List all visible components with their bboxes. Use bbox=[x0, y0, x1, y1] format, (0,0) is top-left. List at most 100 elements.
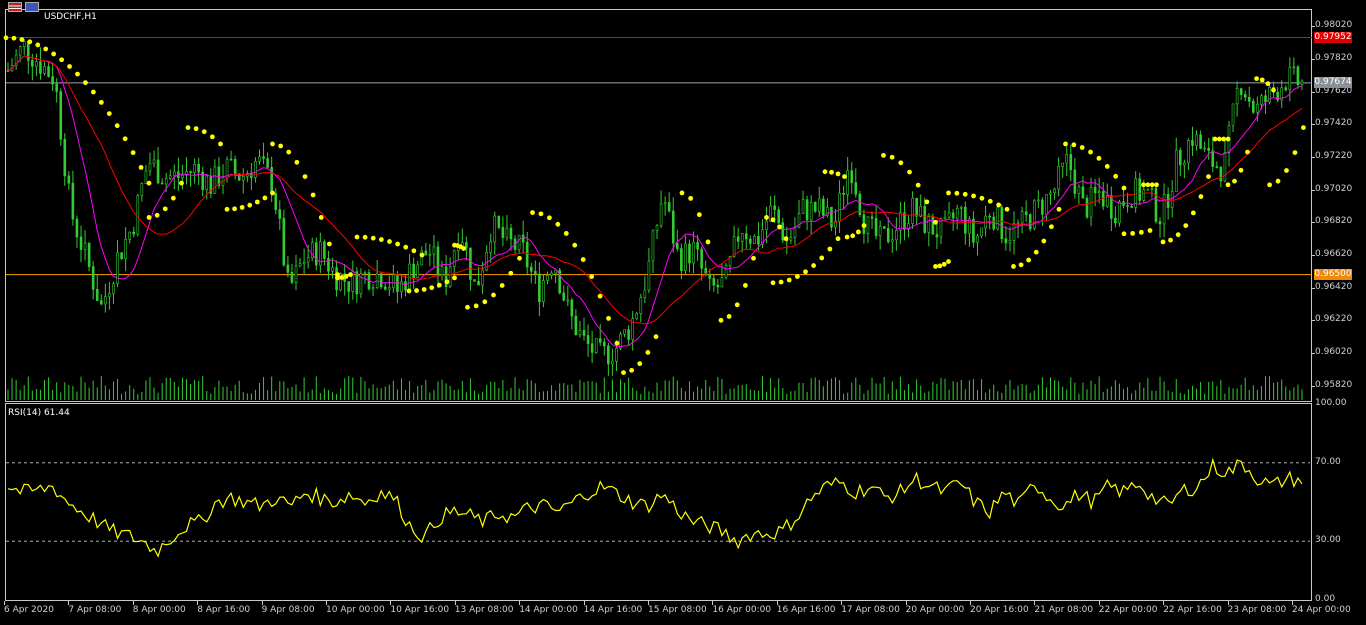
candle-body bbox=[692, 242, 695, 264]
candle-body bbox=[363, 272, 367, 275]
time-tick-label: 23 Apr 08:00 bbox=[1227, 605, 1287, 615]
candle-body bbox=[550, 272, 553, 276]
candle-body bbox=[1097, 191, 1101, 194]
candle-body bbox=[736, 236, 740, 242]
sar-dot bbox=[1011, 264, 1016, 269]
sar-dot bbox=[1206, 174, 1211, 180]
sar-dot bbox=[1198, 194, 1204, 199]
candle-body bbox=[1016, 222, 1020, 225]
sar-dot bbox=[138, 165, 144, 170]
candle-body bbox=[465, 242, 468, 249]
sar-dot bbox=[3, 35, 9, 41]
sar-dot bbox=[310, 192, 316, 198]
candle-body bbox=[39, 61, 42, 74]
sar-dot bbox=[614, 340, 620, 346]
sar-dot bbox=[335, 275, 340, 281]
sar-dot bbox=[924, 199, 930, 205]
candle-body bbox=[1211, 150, 1215, 167]
candle-body bbox=[404, 281, 407, 291]
time-tick-label: 16 Apr 16:00 bbox=[776, 605, 836, 615]
sar-dot bbox=[547, 215, 552, 221]
price-tick-label: 0.95820 bbox=[1315, 379, 1353, 390]
sar-dot bbox=[508, 270, 514, 276]
sar-dot bbox=[436, 282, 442, 288]
candle-body bbox=[1158, 221, 1162, 225]
time-tick-label: 8 Apr 00:00 bbox=[132, 605, 186, 615]
candle-body bbox=[598, 338, 602, 343]
candle-body bbox=[1215, 166, 1219, 168]
candle-body bbox=[1049, 192, 1052, 195]
sar-dot bbox=[224, 206, 230, 212]
candle-body bbox=[31, 60, 34, 67]
sar-dot bbox=[270, 141, 275, 147]
time-tick-label: 7 Apr 08:00 bbox=[68, 605, 122, 615]
sar-dot bbox=[395, 241, 401, 247]
price-tick-label: 0.96220 bbox=[1315, 314, 1353, 325]
candle-body bbox=[1199, 134, 1202, 149]
candle-body bbox=[542, 280, 545, 302]
sar-dot bbox=[915, 182, 921, 188]
sar-dot bbox=[855, 229, 861, 235]
sar-dot bbox=[421, 287, 427, 292]
candle-body bbox=[1061, 162, 1064, 167]
candle-body bbox=[732, 236, 736, 257]
candle-body bbox=[371, 287, 375, 290]
candle-body bbox=[915, 197, 918, 217]
candle-body bbox=[899, 212, 902, 231]
sar-dot bbox=[1221, 136, 1227, 142]
candle-body bbox=[306, 257, 310, 263]
candle-body bbox=[412, 263, 415, 279]
candle-body bbox=[594, 338, 598, 353]
sar-dot bbox=[850, 233, 856, 239]
sar-dot bbox=[811, 263, 817, 268]
sar-dot bbox=[343, 274, 349, 279]
sar-dot bbox=[193, 126, 199, 132]
sar-dot bbox=[1284, 168, 1289, 173]
price-tick-label: 0.96020 bbox=[1315, 347, 1353, 357]
sar-dot bbox=[881, 152, 886, 158]
sar-dot bbox=[1259, 77, 1265, 83]
candle-body bbox=[383, 286, 387, 290]
sar-dot bbox=[209, 134, 215, 140]
sar-dot bbox=[835, 236, 841, 242]
sar-dot bbox=[835, 171, 841, 177]
candle-body bbox=[562, 292, 566, 301]
sar-dot bbox=[1088, 149, 1093, 155]
candle-body bbox=[379, 273, 383, 288]
price-tick-label: 0.96420 bbox=[1315, 281, 1353, 292]
sar-dot bbox=[688, 195, 694, 201]
candle-body bbox=[1085, 197, 1089, 218]
time-tick-label: 15 Apr 08:00 bbox=[648, 605, 707, 615]
sar-dot bbox=[232, 206, 237, 212]
sar-dot bbox=[819, 255, 825, 261]
sar-dot bbox=[987, 198, 993, 204]
candle-body bbox=[205, 175, 209, 190]
sar-dot bbox=[1190, 210, 1196, 216]
candle-body bbox=[740, 233, 744, 242]
candle-body bbox=[1020, 211, 1024, 224]
price-axis: 0.98020 0.97820 0.97620 0.97420 0.97220 0.970… bbox=[1312, 0, 1366, 402]
sar-dot bbox=[777, 224, 782, 230]
sar-dot bbox=[1113, 173, 1119, 179]
sar-dot bbox=[726, 314, 732, 319]
sar-dot bbox=[530, 210, 535, 215]
sar-dot bbox=[51, 51, 57, 57]
candle-body bbox=[509, 227, 513, 240]
sar-dot bbox=[1018, 262, 1024, 268]
candle-body bbox=[388, 287, 391, 290]
sar-dot bbox=[1033, 249, 1039, 255]
candle-body bbox=[452, 250, 456, 268]
rsi-tick-label: 30.00 bbox=[1315, 535, 1341, 546]
candle-body bbox=[521, 234, 525, 243]
candle-body bbox=[67, 175, 71, 184]
candle-body bbox=[497, 215, 501, 228]
candle-body bbox=[838, 192, 841, 222]
candle-body bbox=[611, 360, 614, 365]
sar-dot bbox=[482, 299, 488, 305]
candle-body bbox=[935, 233, 939, 238]
candle-body bbox=[448, 266, 452, 288]
candle-body bbox=[59, 91, 63, 140]
candle-body bbox=[1114, 217, 1117, 224]
sar-dot bbox=[844, 234, 850, 240]
sar-dot bbox=[218, 141, 223, 147]
